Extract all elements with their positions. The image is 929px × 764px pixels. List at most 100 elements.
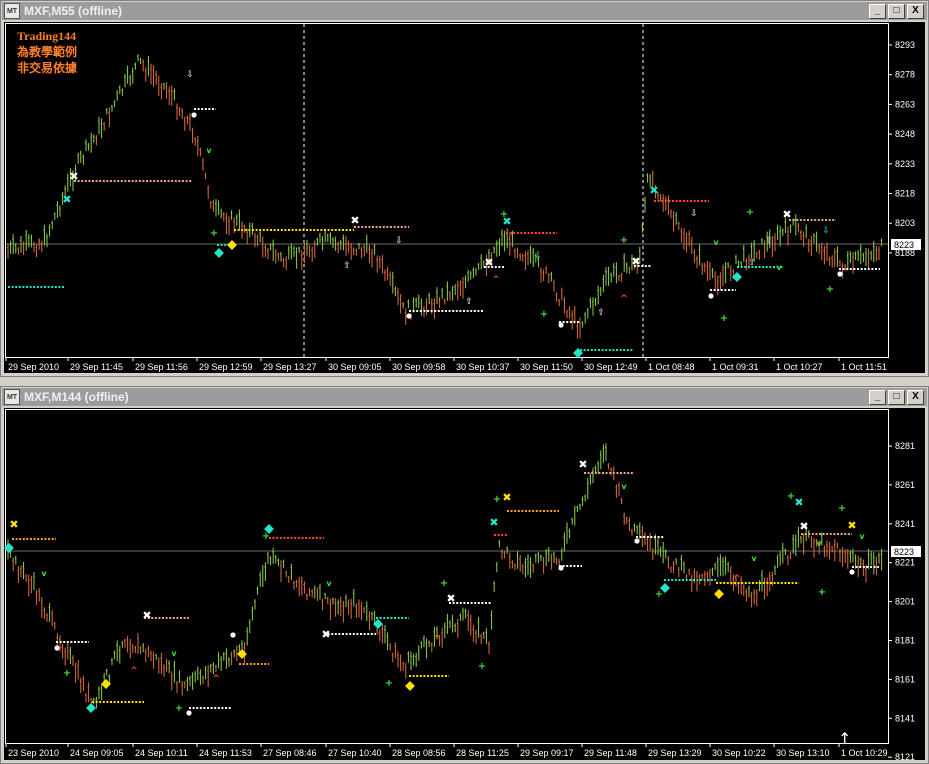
chevron-down-marker: v bbox=[326, 579, 332, 588]
price-axis-label: 8201 bbox=[895, 597, 915, 607]
caret-up-marker: ^ bbox=[433, 634, 441, 644]
plus-marker: + bbox=[655, 589, 663, 600]
time-axis-label: 29 Sep 11:48 bbox=[584, 748, 637, 758]
plus-marker: + bbox=[175, 703, 183, 714]
dot-marker bbox=[837, 271, 843, 277]
plus-marker: + bbox=[493, 494, 501, 505]
chart-window-m55[interactable]: MT MXF,M55 (offline) _ □ X Trading144 為教… bbox=[0, 0, 929, 377]
price-axis-label: 8261 bbox=[895, 480, 915, 490]
price-axis-label: 8293 bbox=[895, 40, 915, 50]
chart-window-icon: MT bbox=[4, 3, 20, 19]
dot-marker bbox=[558, 565, 564, 571]
price-axis-label: 8203 bbox=[895, 218, 915, 228]
up-arrow-marker: ⇧ bbox=[597, 308, 605, 318]
minimize-button[interactable]: _ bbox=[869, 3, 886, 19]
price-axis-label: 8181 bbox=[895, 636, 915, 646]
cross-marker: ✖ bbox=[502, 215, 511, 228]
time-axis-label: 30 Sep 11:50 bbox=[520, 362, 573, 372]
time-axis-label: 30 Sep 13:10 bbox=[776, 748, 830, 758]
close-button[interactable]: X bbox=[907, 3, 924, 19]
maximize-button[interactable]: □ bbox=[888, 389, 905, 405]
down-arrow-marker: ⇩ bbox=[186, 70, 194, 80]
dot-marker bbox=[708, 293, 714, 299]
dot-marker bbox=[634, 538, 640, 544]
price-axis-label: 8278 bbox=[895, 70, 915, 80]
time-axis-label: 29 Sep 11:45 bbox=[70, 362, 123, 372]
plus-marker: + bbox=[540, 309, 548, 320]
price-bars bbox=[7, 443, 883, 709]
time-axis-label: 27 Sep 08:46 bbox=[263, 748, 317, 758]
dot-marker bbox=[191, 112, 197, 118]
price-axis-label: 8161 bbox=[895, 674, 915, 684]
minimize-button[interactable]: _ bbox=[869, 389, 886, 405]
chart-canvas: ✖✖⇩v+✖⇩⇧⇧✖^+✖⇩+ ⇧^+✖✖⇩v+⇧+⇧✖v⇩+8293827882… bbox=[5, 23, 921, 372]
time-axis-label: 30 Sep 09:58 bbox=[392, 362, 446, 372]
time-axis-label: 24 Sep 11:53 bbox=[199, 748, 252, 758]
down-arrow-marker: ⇩ bbox=[690, 209, 698, 219]
time-axis-label: 24 Sep 09:05 bbox=[70, 748, 124, 758]
cross-marker: ✖ bbox=[782, 208, 791, 221]
dot-marker bbox=[186, 710, 192, 716]
maximize-button[interactable]: □ bbox=[888, 3, 905, 19]
down-arrow-marker: ⇩ bbox=[395, 236, 403, 246]
caret-up-marker: ^ bbox=[733, 574, 741, 584]
chart-canvas: ✖+v^✖+v^+✖v+^+✖+✖+ ✖✖v+^v+ ✖✖+v+✖v82818261… bbox=[4, 409, 921, 762]
price-chart-m144[interactable]: ✖ + v ^ ✖ + v ^ + ✖ v + ^ + ✖ + ✖ + ✖ ✖ v + ^ v + ✖ ✖ + v + ✖ v 8281 8261… bbox=[4, 408, 925, 762]
caret-up-marker: ^ bbox=[492, 275, 500, 285]
chevron-down-marker: v bbox=[713, 238, 719, 247]
chevron-down-marker: v bbox=[859, 532, 865, 541]
chevron-down-marker: v bbox=[621, 482, 627, 491]
price-axis-label: 8121 bbox=[895, 752, 915, 762]
up-arrow-marker: ⇧ bbox=[465, 297, 473, 307]
plot-frame bbox=[5, 409, 889, 744]
current-price-value: 8223 bbox=[894, 240, 914, 250]
window-titlebar[interactable]: MT MXF,M55 (offline) _ □ X bbox=[2, 2, 927, 20]
diamond-marker bbox=[405, 681, 415, 691]
cross-marker: ✖ bbox=[578, 458, 587, 471]
diamond-marker bbox=[86, 703, 96, 713]
window-title: MXF,M55 (offline) bbox=[24, 4, 122, 18]
time-axis-label: 1 Oct 09:31 bbox=[712, 362, 759, 372]
plus-marker: + bbox=[63, 668, 71, 679]
dot-marker bbox=[849, 569, 855, 575]
time-axis-label: 1 Oct 10:29 bbox=[841, 748, 888, 758]
close-button[interactable]: X bbox=[907, 389, 924, 405]
time-axis-label: 1 Oct 11:51 bbox=[841, 362, 887, 372]
price-chart-m55[interactable]: Trading144 為教學範例 非交易依據 ✖ ✖ ⇩ v + ✖ ⇩ ⇧ ⇧ ✖ ^ + ✖ ⇩ + ⇧ ^… bbox=[4, 22, 925, 373]
price-axis-label: 8241 bbox=[895, 519, 915, 529]
time-axis-label: 30 Sep 10:37 bbox=[456, 362, 510, 372]
time-axis-label: 30 Sep 12:49 bbox=[584, 362, 638, 372]
time-axis-label: 1 Oct 08:48 bbox=[648, 362, 695, 372]
plus-marker: + bbox=[746, 207, 754, 218]
time-axis-label: 1 Oct 10:27 bbox=[776, 362, 823, 372]
up-arrow-marker: ⇧ bbox=[765, 236, 773, 246]
plus-marker: + bbox=[385, 678, 393, 689]
cross-marker: ✖ bbox=[484, 256, 493, 269]
time-axis-label: 29 Sep 13:27 bbox=[263, 362, 317, 372]
price-axis-label: 8248 bbox=[895, 129, 915, 139]
down-arrow-marker: ⇩ bbox=[534, 251, 542, 261]
window-titlebar[interactable]: MT MXF,M144 (offline) _ □ X bbox=[2, 388, 927, 406]
caret-up-marker: ^ bbox=[620, 294, 628, 304]
chevron-down-marker: v bbox=[751, 554, 757, 563]
time-axis-label: 29 Sep 12:59 bbox=[199, 362, 253, 372]
up-arrow-marker: ⇧ bbox=[748, 258, 756, 268]
cross-marker: ✖ bbox=[799, 520, 808, 533]
diamond-marker bbox=[227, 240, 237, 250]
chevron-down-marker: v bbox=[171, 649, 177, 658]
cross-marker: ✖ bbox=[69, 170, 78, 183]
dot-marker bbox=[54, 645, 60, 651]
plot-frame bbox=[5, 23, 889, 358]
up-arrow-icon: ↑ bbox=[838, 729, 851, 748]
cross-marker: ✖ bbox=[489, 516, 498, 529]
plus-marker: + bbox=[210, 228, 218, 239]
price-axis-label: 8281 bbox=[895, 441, 915, 451]
cross-marker: ✖ bbox=[350, 214, 359, 227]
time-axis-label: 28 Sep 08:56 bbox=[392, 748, 446, 758]
time-axis-label: 29 Sep 2010 bbox=[8, 362, 59, 372]
dot-marker bbox=[558, 322, 564, 328]
price-bars bbox=[7, 54, 883, 339]
time-axis-label: 27 Sep 10:40 bbox=[328, 748, 382, 758]
chart-window-m144[interactable]: MT MXF,M144 (offline) _ □ X ✖ + v ^ ✖ + v ^ + ✖ v +… bbox=[0, 386, 929, 764]
caret-up-marker: ^ bbox=[212, 674, 220, 684]
